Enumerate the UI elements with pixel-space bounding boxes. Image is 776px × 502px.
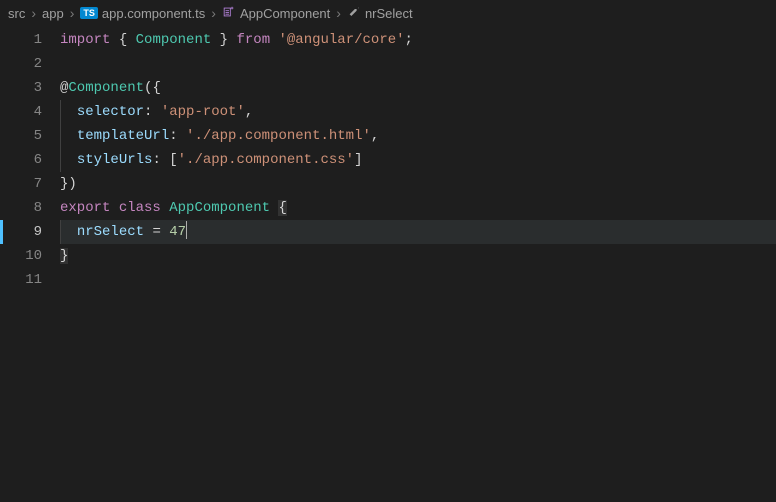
breadcrumb-label: app [42,6,64,21]
code-line[interactable] [60,52,776,76]
breadcrumb-item-class[interactable]: AppComponent [222,5,330,22]
code-line[interactable]: styleUrls: ['./app.component.css'] [60,148,776,172]
token-keyword: class [119,200,161,216]
line-number: 4 [0,100,42,124]
token-punct: ] [354,152,362,168]
code-line[interactable]: import { Component } from '@angular/core… [60,28,776,52]
line-number: 9 [0,220,42,244]
token-variable: nrSelect [77,224,144,240]
token-punct: = [152,224,160,240]
typescript-file-icon: TS [80,7,98,19]
token-punct: , [371,128,379,144]
token-brace-match: } [60,248,68,264]
token-type: AppComponent [169,200,270,216]
token-string: '@angular/core' [279,32,405,48]
token-punct: { [152,80,160,96]
token-keyword: import [60,32,110,48]
line-number: 3 [0,76,42,100]
code-line[interactable]: templateUrl: './app.component.html', [60,124,776,148]
symbol-class-icon [222,5,236,22]
active-line-marker [0,220,3,244]
token-punct: } [220,32,228,48]
token-number: 47 [169,224,186,240]
wrench-icon [347,5,361,22]
token-type: Component [136,32,212,48]
token-keyword: export [60,200,110,216]
chevron-right-icon: › [70,5,75,21]
line-number: 5 [0,124,42,148]
breadcrumb-item-file[interactable]: TS app.component.ts [80,6,205,21]
token-punct: : [169,128,177,144]
token-decorator: Component [68,80,144,96]
code-area[interactable]: import { Component } from '@angular/core… [60,26,776,502]
token-string: './app.component.html' [186,128,371,144]
code-line[interactable]: selector: 'app-root', [60,100,776,124]
line-number: 6 [0,148,42,172]
token-punct: ) [68,176,76,192]
line-number: 2 [0,52,42,76]
line-number: 1 [0,28,42,52]
code-line-active[interactable]: nrSelect = 47 [60,220,776,244]
breadcrumb-label: app.component.ts [102,6,205,21]
token-punct: [ [169,152,177,168]
breadcrumb-item-property[interactable]: nrSelect [347,5,413,22]
line-number: 11 [0,268,42,292]
breadcrumb-label: nrSelect [365,6,413,21]
line-number: 8 [0,196,42,220]
code-line[interactable]: @Component({ [60,76,776,100]
line-number: 7 [0,172,42,196]
token-property: templateUrl [77,128,169,144]
breadcrumb[interactable]: src › app › TS app.component.ts › AppCom… [0,0,776,26]
token-string: 'app-root' [161,104,245,120]
code-editor[interactable]: 1 2 3 4 5 6 7 8 9 10 11 import { Compone… [0,26,776,502]
breadcrumb-item-src[interactable]: src [8,6,25,21]
breadcrumb-label: AppComponent [240,6,330,21]
line-number: 10 [0,244,42,268]
code-line[interactable] [60,268,776,292]
breadcrumb-item-app[interactable]: app [42,6,64,21]
line-number-gutter: 1 2 3 4 5 6 7 8 9 10 11 [0,26,60,502]
token-punct: { [119,32,127,48]
cursor [186,221,187,239]
token-punct: ; [405,32,413,48]
code-line[interactable]: } [60,244,776,268]
token-keyword: from [236,32,270,48]
token-punct: : [152,152,160,168]
token-property: selector [77,104,144,120]
token-property: styleUrls [77,152,153,168]
chevron-right-icon: › [336,5,341,21]
token-punct: : [144,104,152,120]
token-punct: , [245,104,253,120]
code-line[interactable]: }) [60,172,776,196]
chevron-right-icon: › [211,5,216,21]
token-string: './app.component.css' [178,152,354,168]
code-line[interactable]: export class AppComponent { [60,196,776,220]
breadcrumb-label: src [8,6,25,21]
token-brace-match: { [278,200,286,216]
chevron-right-icon: › [31,5,36,21]
